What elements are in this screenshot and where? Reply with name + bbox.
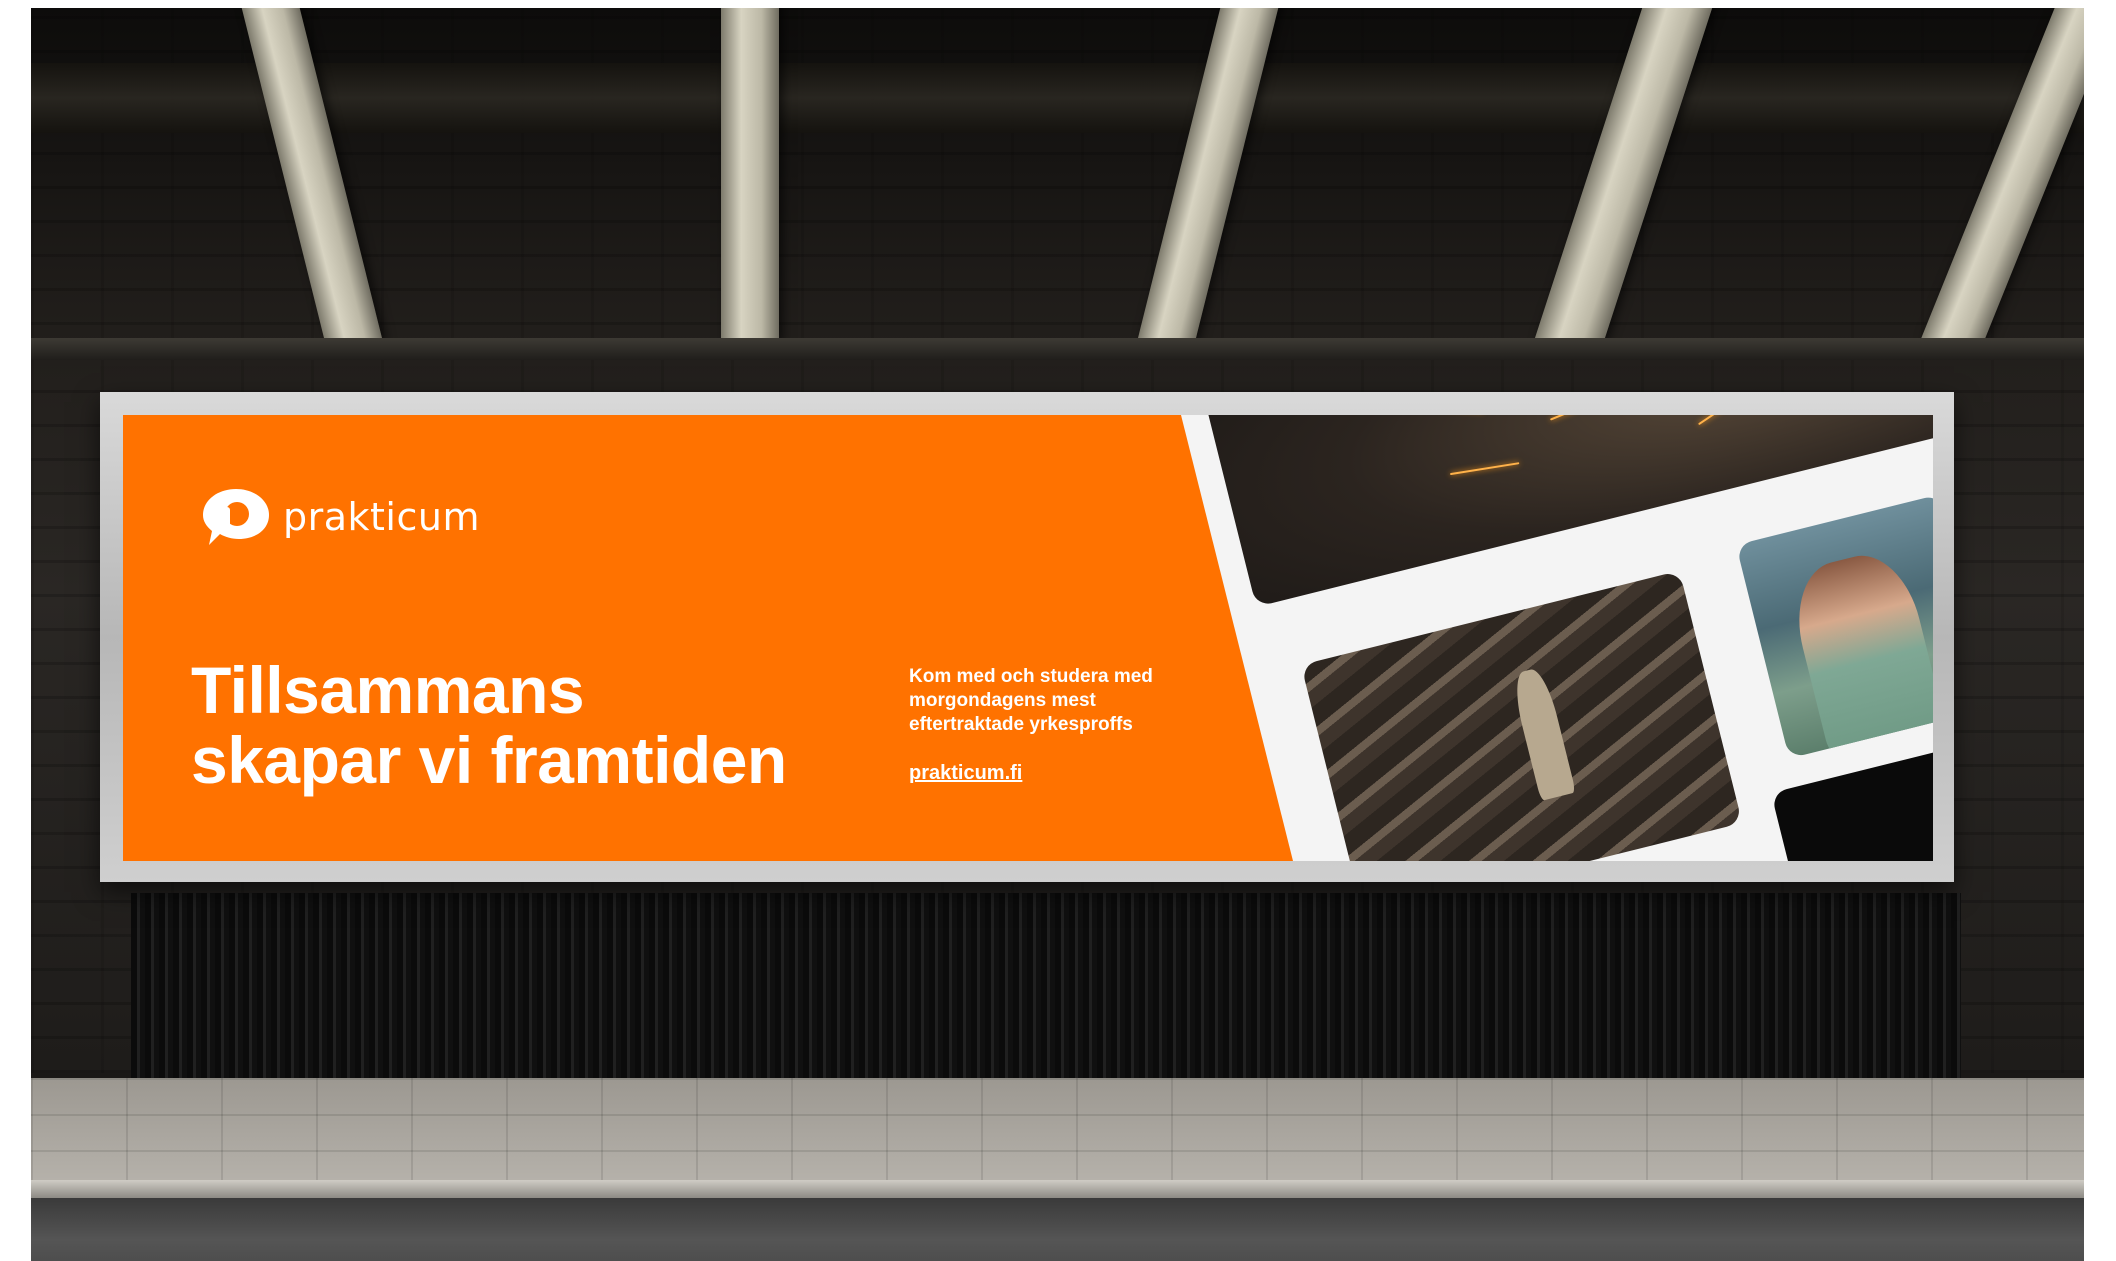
portrait-figure (1784, 545, 1933, 759)
tagline: Kom med och studera med morgondagens mes… (909, 665, 1209, 737)
photo-woman-portrait (1736, 494, 1933, 759)
headline-line-2: skapar vi framtiden (191, 723, 787, 797)
headline-line-1: Tillsammans (191, 653, 585, 727)
spark (1698, 415, 1791, 426)
tagline-line-1: Kom med och studera med (909, 666, 1153, 687)
photo-dark-panel (1771, 744, 1933, 861)
tagline-line-2: morgondagens mest (909, 690, 1096, 711)
photo-collage (1181, 415, 1933, 861)
tagline-line-3: eftertraktade yrkesproffs (909, 714, 1133, 735)
brand-name: prakticum (283, 495, 480, 539)
wall-ledge (31, 338, 2084, 360)
speech-bubble-logo-icon (203, 489, 269, 545)
curb (31, 1180, 2084, 1198)
spark (1549, 415, 1662, 421)
brand-logo: prakticum (199, 485, 480, 549)
bridge-girder (31, 63, 2084, 133)
sidewalk (31, 1078, 2084, 1188)
website-link[interactable]: prakticum.fi (909, 762, 1022, 785)
headline: Tillsammans skapar vi framtiden (191, 655, 787, 795)
bridge-beam (721, 8, 779, 343)
person-figure (1509, 666, 1576, 801)
road (31, 1198, 2084, 1261)
spark (1449, 462, 1520, 476)
billboard: prakticum Tillsammans skapar vi framtide… (123, 415, 1933, 861)
photo-person-on-stairs (1301, 570, 1743, 861)
